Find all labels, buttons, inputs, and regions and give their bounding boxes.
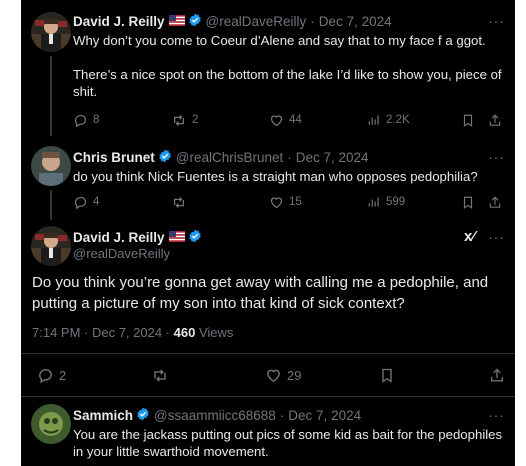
- views-button[interactable]: 2.2K: [367, 113, 410, 127]
- tweet-header: Chris Brunet @realChrisBrunet · Dec 7, 2…: [73, 149, 369, 166]
- more-options-button[interactable]: ···: [488, 229, 505, 245]
- tweet-text-line: in your little swarthoid movement.: [73, 444, 269, 459]
- tweet-header: David J. Reilly @realDaveReilly · Dec 7,…: [73, 13, 392, 30]
- reply-icon: [74, 196, 87, 209]
- divider: [21, 396, 515, 397]
- author-name[interactable]: David J. Reilly: [73, 14, 165, 29]
- repost-button[interactable]: 2: [171, 113, 198, 128]
- views-button[interactable]: 599: [367, 195, 405, 209]
- thread-line: [50, 56, 52, 136]
- tweet-text-line: You are the jackass putting out pics of …: [73, 427, 503, 442]
- like-icon: [267, 369, 280, 382]
- us-flag-icon: [168, 230, 185, 245]
- like-count: 44: [289, 114, 302, 126]
- repost-button[interactable]: [171, 195, 192, 210]
- us-flag-icon: [168, 14, 185, 29]
- tweet-date[interactable]: Dec 7, 2024: [288, 408, 361, 423]
- views-icon: [368, 115, 379, 125]
- avatar-david-reilly[interactable]: [31, 12, 71, 52]
- avatar-sammich[interactable]: [31, 404, 71, 444]
- reply-count: 4: [93, 196, 100, 208]
- main-tweet-actions: 2 29: [37, 366, 507, 384]
- dot-separator: ·: [279, 408, 285, 423]
- avatar-david-reilly[interactable]: [31, 226, 71, 266]
- bookmark-icon: [382, 368, 392, 383]
- author-handle[interactable]: @realChrisBrunet: [176, 150, 284, 165]
- reply-button[interactable]: 4: [73, 195, 99, 210]
- share-icon: [489, 113, 501, 126]
- tweet-text-line: Why don’t you come to Coeur d’Alene and …: [73, 33, 486, 48]
- share-button[interactable]: [488, 113, 507, 128]
- tweet-text-line: shit.: [73, 84, 98, 99]
- verified-badge-icon: [158, 149, 172, 166]
- author-name[interactable]: David J. Reilly: [73, 230, 165, 245]
- dot-separator: ·: [287, 150, 292, 165]
- views-label: Views: [198, 325, 234, 340]
- tweet-text-line: There’s a nice spot on the bottom of the…: [73, 67, 502, 82]
- repost-icon: [174, 114, 184, 126]
- views-count: 599: [386, 196, 406, 208]
- tweet-time: 7:14 PM · Dec 7, 2024 ·: [32, 325, 171, 340]
- verified-badge-icon: [136, 407, 150, 424]
- bookmark-icon: [463, 114, 473, 127]
- tweet-date[interactable]: Dec 7, 2024: [296, 150, 369, 165]
- author-handle[interactable]: @ssaammiicc68688: [154, 408, 276, 423]
- like-icon: [270, 196, 283, 208]
- views-count: 2.2K: [386, 114, 410, 126]
- reply-icon: [74, 114, 87, 127]
- reply-count: 2: [59, 367, 67, 383]
- tweet-actions: 8 2 44 2.2K: [73, 111, 513, 129]
- reply-icon: [39, 368, 52, 383]
- thread-line: [50, 190, 52, 220]
- tweet-text: You are the jackass putting out pics of …: [73, 426, 513, 460]
- like-button[interactable]: 44: [269, 113, 302, 128]
- like-icon: [270, 114, 283, 126]
- reply-button[interactable]: 2: [37, 367, 66, 384]
- tweet-text-line: Do you think you’re gonna get away with …: [32, 274, 489, 291]
- grok-icon[interactable]: x⁄: [464, 228, 475, 245]
- bookmark-button[interactable]: [461, 113, 480, 128]
- tweet-text: do you think Nick Fuentes is a straight …: [73, 169, 478, 184]
- reply-count: 8: [93, 114, 100, 126]
- avatar-chris-brunet[interactable]: [31, 146, 71, 186]
- tweet-text: Why don’t you come to Coeur d’Alene and …: [73, 32, 508, 100]
- conversation-timeline: David J. Reilly @realDaveReilly · Dec 7,…: [21, 0, 515, 466]
- author-name[interactable]: Sammich: [73, 408, 133, 423]
- bookmark-icon: [463, 196, 473, 209]
- author-name[interactable]: Chris Brunet: [73, 150, 155, 165]
- repost-button[interactable]: [151, 367, 174, 384]
- tweet-text-line: putting a picture of my son into that ki…: [32, 295, 405, 312]
- tweet-header: David J. Reilly: [73, 229, 202, 246]
- verified-badge-icon: [188, 229, 202, 246]
- reply-button[interactable]: 8: [73, 113, 99, 128]
- more-options-button[interactable]: ···: [488, 407, 505, 423]
- bookmark-button[interactable]: [461, 195, 480, 210]
- tweet-text: Do you think you’re gonna get away with …: [32, 272, 510, 314]
- author-handle[interactable]: @realDaveReilly: [73, 246, 170, 261]
- tweet-header: Sammich @ssaammiicc68688 · Dec 7, 2024: [73, 407, 361, 424]
- tweet-actions: 4 15 599: [73, 193, 513, 211]
- tweet-date[interactable]: Dec 7, 2024: [319, 14, 392, 29]
- repost-icon: [154, 368, 166, 382]
- bookmark-button[interactable]: [379, 367, 400, 384]
- share-icon: [489, 195, 501, 208]
- verified-badge-icon: [188, 13, 202, 30]
- share-button[interactable]: [488, 195, 507, 210]
- share-button[interactable]: [489, 367, 510, 384]
- more-options-button[interactable]: ···: [488, 149, 505, 165]
- views-icon: [368, 197, 379, 207]
- more-options-button[interactable]: ···: [488, 13, 505, 29]
- share-icon: [491, 368, 503, 381]
- author-handle[interactable]: @realDaveReilly: [206, 14, 307, 29]
- repost-icon: [174, 196, 184, 208]
- divider: [21, 353, 515, 354]
- repost-count: 2: [192, 114, 199, 126]
- like-count: 29: [287, 367, 302, 383]
- views-count: 460: [173, 325, 196, 340]
- tweet-timestamp[interactable]: 7:14 PM · Dec 7, 2024 · 460 Views: [32, 325, 233, 340]
- like-count: 15: [289, 196, 302, 208]
- like-button[interactable]: 29: [265, 367, 301, 384]
- dot-separator: ·: [310, 14, 315, 29]
- like-button[interactable]: 15: [269, 195, 302, 210]
